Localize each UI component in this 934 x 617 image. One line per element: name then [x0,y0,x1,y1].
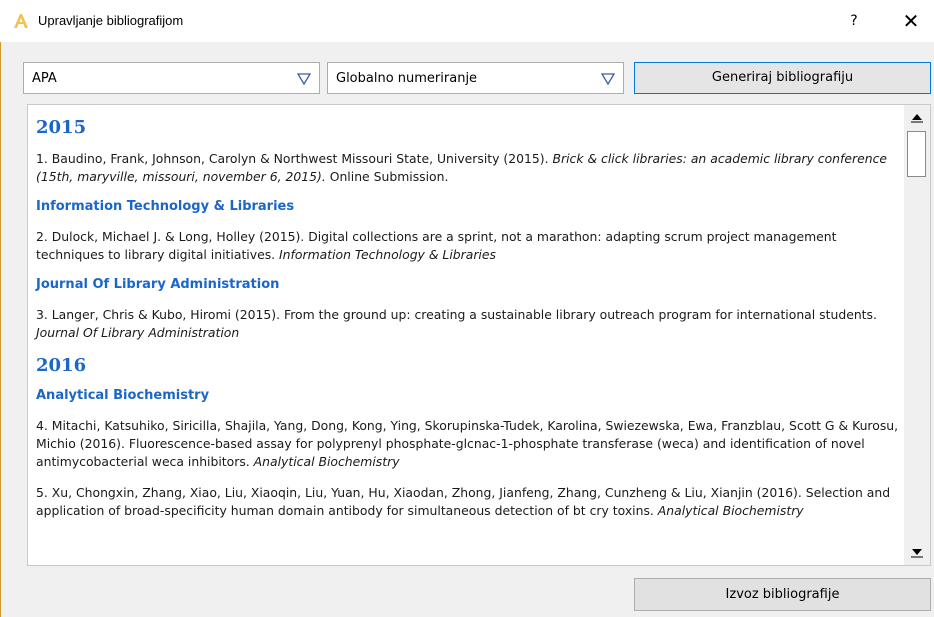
entry-text: 1. Baudino, Frank, Johnson, Carolyn & No… [36,151,553,166]
scroll-thumb[interactable] [907,131,926,177]
close-button[interactable]: ✕ [888,6,934,36]
entry-tail: Online Submission. [325,169,449,184]
journal-heading: Journal Of Library Administration [36,277,280,292]
year-heading: 2016 [36,355,87,376]
entry-journal: Information Technology & Libraries [279,247,496,262]
generate-bibliography-button[interactable]: Generiraj bibliografiju [634,62,931,94]
journal-heading: Information Technology & Libraries [36,199,295,214]
citation-style-select[interactable]: APA [23,62,320,94]
numbering-select[interactable]: Globalno numeriranje [327,62,624,94]
close-icon: ✕ [902,9,920,33]
journal-heading: Analytical Biochemistry [36,388,210,403]
bibliography-entry: 5. Xu, Chongxin, Zhang, Xiao, Liu, Xiaoq… [36,484,904,520]
scroll-up-icon[interactable] [904,105,930,131]
title-bar: Upravljanje bibliografijom ? ✕ [0,0,934,42]
app-logo-icon [14,14,28,28]
vertical-scrollbar[interactable] [904,105,930,565]
scroll-down-icon[interactable] [904,539,930,565]
bibliography-content: 2015 1. Baudino, Frank, Johnson, Carolyn… [36,117,904,533]
entry-journal: Analytical Biochemistry [657,503,804,518]
window-title: Upravljanje bibliografijom [38,13,184,28]
entry-journal: Journal Of Library Administration [36,325,240,340]
bibliography-entry: 4. Mitachi, Katsuhiko, Siricilla, Shajil… [36,417,904,471]
citation-style-value: APA [32,71,57,86]
help-button[interactable]: ? [834,6,874,36]
year-heading: 2015 [36,117,87,138]
bibliography-view[interactable]: 2015 1. Baudino, Frank, Johnson, Carolyn… [27,104,931,566]
window-border [0,42,1,617]
bibliography-entry: 3. Langer, Chris & Kubo, Hiromi (2015). … [36,306,904,342]
entry-text: 3. Langer, Chris & Kubo, Hiromi (2015). … [36,307,877,322]
export-bibliography-button[interactable]: Izvoz bibliografije [634,578,931,611]
chevron-down-icon [297,73,311,86]
numbering-value: Globalno numeriranje [336,71,478,86]
chevron-down-icon [601,73,615,86]
entry-journal: Analytical Biochemistry [253,454,400,469]
entry-text: 4. Mitachi, Katsuhiko, Siricilla, Shajil… [36,418,899,469]
bibliography-entry: 1. Baudino, Frank, Johnson, Carolyn & No… [36,150,904,186]
bibliography-entry: 2. Dulock, Michael J. & Long, Holley (20… [36,228,904,264]
